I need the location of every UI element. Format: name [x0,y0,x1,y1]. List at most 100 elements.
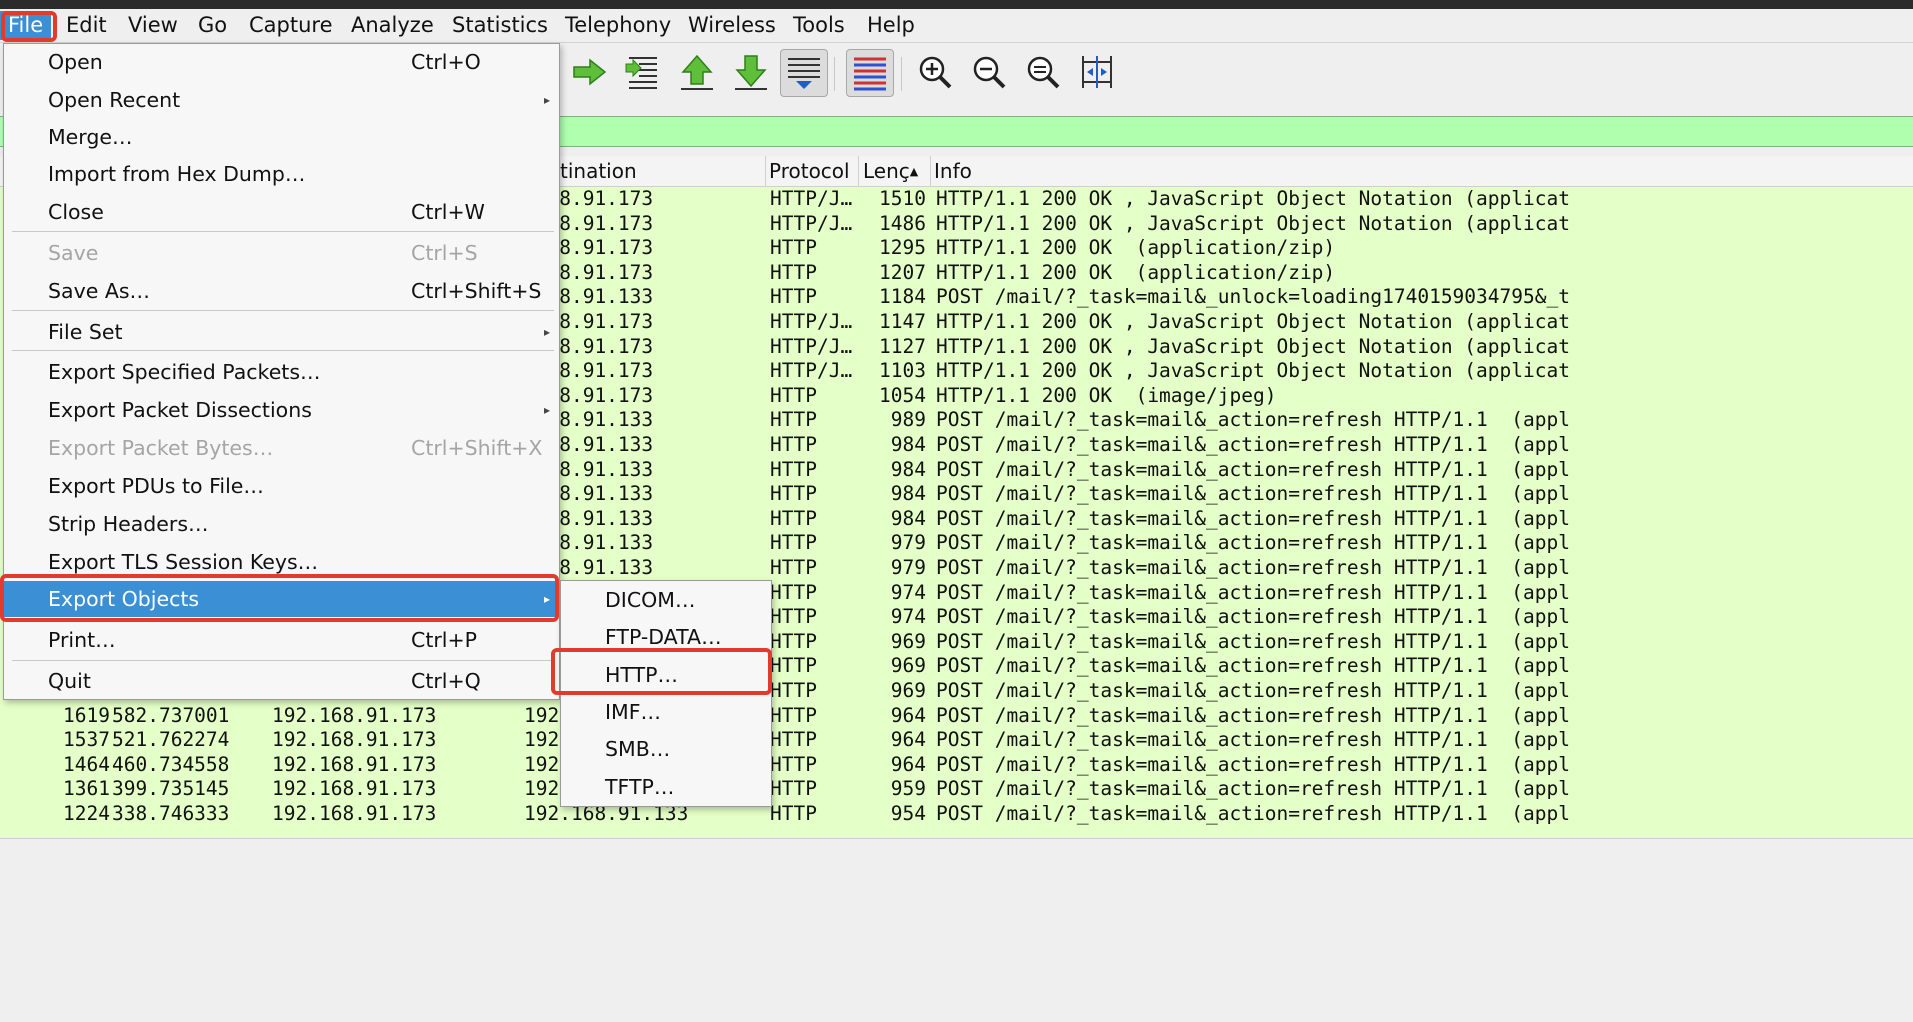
cell-time: 582.737001 [112,703,230,727]
colorize-icon[interactable] [846,49,894,97]
menu-tools[interactable]: Tools [785,11,853,40]
cell-destination: .168.91.173 [524,334,654,358]
cell-time: 460.734558 [112,752,230,776]
menu-item-quit[interactable]: Quit Ctrl+Q [4,663,559,699]
column-length[interactable]: Lenç▲ [859,156,931,186]
menu-wireless[interactable]: Wireless [680,11,784,40]
cell-info: POST /mail/?_task=mail&_action=refresh H… [936,506,1570,530]
column-destination[interactable]: tination [556,156,766,186]
menu-item-label: Strip Headers… [48,512,209,536]
menu-item-shortcut: Ctrl+S [411,241,478,265]
menu-capture[interactable]: Capture [241,11,341,40]
menu-item-export-packet-dissections[interactable]: Export Packet Dissections ▸ [4,392,559,428]
menu-item-import-hex-dump[interactable]: Import from Hex Dump… [4,156,559,192]
cell-protocol: HTTP [770,457,817,481]
zoom-reset-icon[interactable] [1020,49,1066,95]
table-row[interactable]: 1361 399.735145 192.168.91.173 192 HTTP 959 PO… [0,777,1913,802]
menu-telephony[interactable]: Telephony [557,11,679,40]
cell-protocol: HTTP/J… [770,187,853,210]
table-row[interactable]: 1537 521.762274 192.168.91.173 192 HTTP 964 PO… [0,728,1913,753]
menu-item-label: Quit [48,669,91,693]
cell-length: 1127 [879,334,926,358]
cell-source: 192.168.91.173 [272,703,437,727]
menu-item-print[interactable]: Print… Ctrl+P [4,622,559,658]
menu-item-export-tls-keys[interactable]: Export TLS Session Keys… [4,544,559,580]
submenu-item-label: HTTP… [605,663,678,687]
menu-help[interactable]: Help [859,11,923,40]
cell-source: 192.168.91.173 [272,728,437,752]
cell-info: POST /mail/?_task=mail&_action=refresh H… [936,629,1570,653]
menu-item-export-pdus[interactable]: Export PDUs to File… [4,468,559,504]
menu-statistics[interactable]: Statistics [444,11,556,40]
cell-protocol: HTTP [770,236,817,260]
cell-protocol: HTTP [770,605,817,629]
cell-info: POST /mail/?_task=mail&_action=refresh H… [936,457,1570,481]
menu-edit[interactable]: Edit [58,11,115,40]
go-first-icon[interactable] [674,49,720,95]
cell-length: 984 [890,506,926,530]
cell-protocol: HTTP/J… [770,310,853,333]
cell-length: 974 [890,605,926,629]
submenu-item-smb[interactable]: SMB… [561,731,771,768]
cell-info: POST /mail/?_task=mail&_action=refresh H… [936,605,1570,629]
cell-length: 1510 [879,187,926,210]
menu-view[interactable]: View [120,11,186,40]
menu-item-export-specified-packets[interactable]: Export Specified Packets… [4,354,559,390]
cell-destination: .168.91.133 [524,457,654,481]
go-to-packet-icon[interactable] [620,49,666,95]
menu-go[interactable]: Go [190,11,235,40]
go-forward-icon[interactable] [566,49,612,95]
submenu-item-http[interactable]: HTTP… [561,657,771,694]
menu-item-save-as[interactable]: Save As… Ctrl+Shift+S [4,273,559,309]
table-row[interactable]: 1464 460.734558 192.168.91.173 192 HTTP 964 PO… [0,753,1913,778]
menu-item-strip-headers[interactable]: Strip Headers… [4,506,559,542]
cell-length: 984 [890,457,926,481]
menu-item-merge[interactable]: Merge… [4,119,559,155]
zoom-out-icon[interactable] [966,49,1012,95]
menu-item-open[interactable]: Open Ctrl+O [4,44,559,80]
cell-protocol: HTTP [770,802,817,825]
menu-item-close[interactable]: Close Ctrl+W [4,194,559,230]
column-info[interactable]: Info [930,156,1913,186]
submenu-item-dicom[interactable]: DICOM… [561,582,771,619]
menu-separator [12,350,554,351]
cell-destination: .168.91.133 [524,482,654,506]
menu-file[interactable]: File [0,11,52,40]
resize-columns-icon[interactable] [1074,49,1120,95]
menu-item-file-set[interactable]: File Set ▸ [4,314,559,350]
submenu-item-imf[interactable]: IMF… [561,694,771,731]
cell-length: 1147 [879,310,926,333]
menu-item-label: File Set [48,320,123,344]
go-last-icon[interactable] [728,49,774,95]
table-row[interactable]: 1224 338.746333 192.168.91.173 192.168.91.1… [0,802,1913,827]
cell-protocol: HTTP [770,433,817,456]
menu-item-export-objects[interactable]: Export Objects ▸ [4,581,559,617]
menu-item-export-packet-bytes: Export Packet Bytes… Ctrl+Shift+X [4,430,559,466]
cell-info: POST /mail/?_task=mail&_action=refresh H… [936,802,1570,825]
cell-destination: .168.91.133 [524,408,654,432]
cell-protocol: HTTP [770,408,817,432]
cell-protocol: HTTP [770,629,817,653]
submenu-item-ftp-data[interactable]: FTP-DATA… [561,619,771,656]
menu-item-open-recent[interactable]: Open Recent ▸ [4,82,559,118]
menu-item-label: Export PDUs to File… [48,474,264,498]
cell-destination: .168.91.173 [524,310,654,333]
submenu-item-label: SMB… [605,737,671,761]
zoom-in-icon[interactable] [912,49,958,95]
menu-analyze[interactable]: Analyze [343,11,442,40]
table-row[interactable]: 1619 582.737001 192.168.91.173 192 HTTP 964 PO… [0,704,1913,729]
menu-separator [12,618,554,619]
cell-length: 1295 [879,236,926,260]
cell-info: POST /mail/?_task=mail&_action=refresh H… [936,777,1570,801]
cell-info: HTTP/1.1 200 OK (application/zip) [936,260,1336,284]
menu-item-shortcut: Ctrl+P [411,628,478,652]
menu-separator [12,231,554,232]
submenu-item-tftp[interactable]: TFTP… [561,769,771,806]
column-protocol[interactable]: Protocol [765,156,859,186]
cell-info: HTTP/1.1 200 OK , JavaScript Object Nota… [936,334,1570,358]
autoscroll-icon[interactable] [780,49,828,97]
cell-info: POST /mail/?_task=mail&_action=refresh H… [936,482,1570,506]
cell-length: 964 [890,728,926,752]
cell-length: 969 [890,679,926,702]
cell-time: 399.735145 [112,777,230,801]
